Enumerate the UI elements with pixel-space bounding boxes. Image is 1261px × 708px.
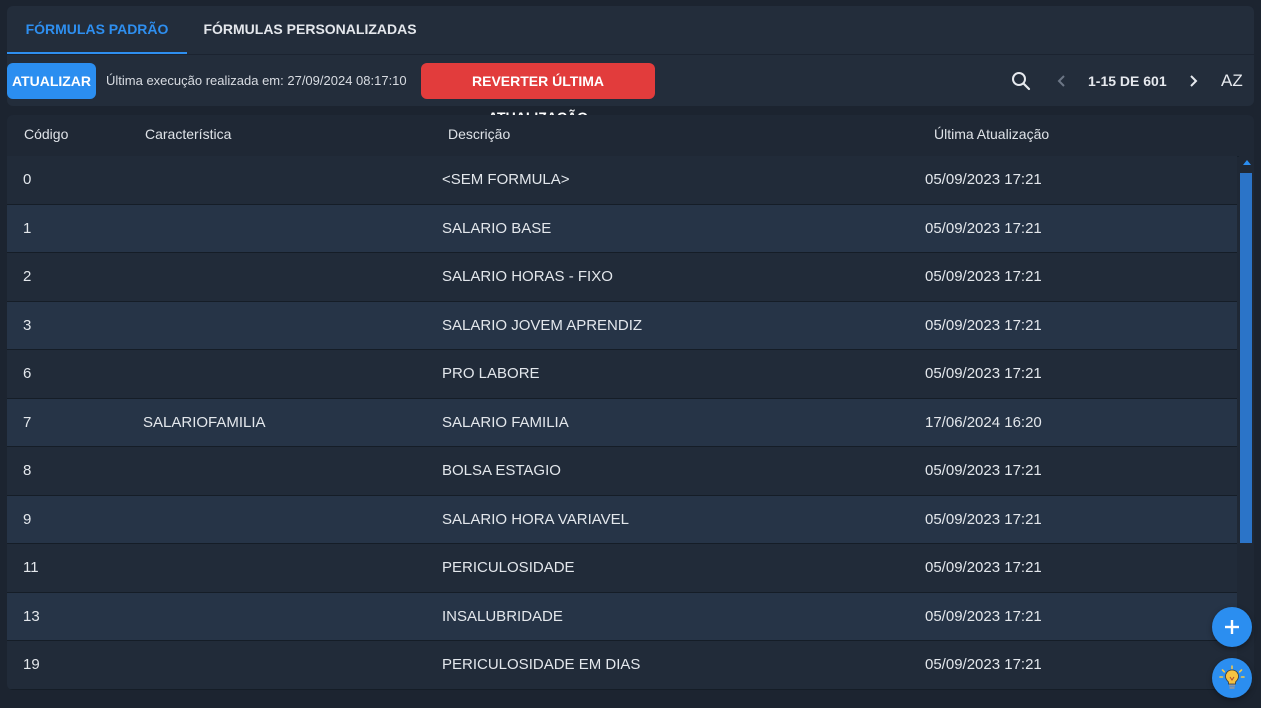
cell-descricao: BOLSA ESTAGIO xyxy=(442,462,561,479)
cell-codigo: 3 xyxy=(23,316,32,334)
cell-ultima-atualizacao: 05/09/2023 17:21 xyxy=(925,365,1042,382)
cell-descricao: SALARIO HORA VARIAVEL xyxy=(442,510,630,528)
cell-ultima-atualizacao: 05/09/2023 17:21 xyxy=(925,607,1042,625)
cell-codigo: 2 xyxy=(23,268,32,285)
cell-ultima-atualizacao: 05/09/2023 17:21 xyxy=(925,656,1042,673)
search-icon[interactable] xyxy=(1006,63,1036,99)
table-row[interactable]: 8 BOLSA ESTAGIO 05/09/2023 17:21 xyxy=(7,447,1237,496)
cell-ultima-atualizacao: 05/09/2023 17:21 xyxy=(925,219,1042,237)
cell-codigo: 8 xyxy=(23,462,32,479)
plus-icon xyxy=(1225,620,1239,634)
toolbar: ATUALIZAR Última execução realizada em: … xyxy=(7,63,1254,125)
cell-codigo: 7 xyxy=(23,413,32,431)
tab-formulas-padrao[interactable]: FÓRMULAS PADRÃO xyxy=(7,6,187,54)
cell-codigo: 0 xyxy=(23,171,32,188)
column-header-descricao[interactable]: Descrição xyxy=(448,115,510,154)
cell-caracteristica: SALARIOFAMILIA xyxy=(143,413,266,431)
cell-descricao: SALARIO BASE xyxy=(442,219,552,237)
cell-descricao: PERICULOSIDADE xyxy=(442,559,575,576)
table-header: Código Característica Descrição Última A… xyxy=(7,115,1254,157)
cell-ultima-atualizacao: 17/06/2024 16:20 xyxy=(925,413,1042,431)
cell-ultima-atualizacao: 05/09/2023 17:21 xyxy=(925,316,1042,334)
lightbulb-icon xyxy=(1219,665,1245,689)
cell-ultima-atualizacao: 05/09/2023 17:21 xyxy=(925,510,1042,528)
scroll-up-icon[interactable] xyxy=(1243,160,1251,165)
formulas-table: Código Característica Descrição Última A… xyxy=(7,115,1254,690)
table-row[interactable]: 11 PERICULOSIDADE 05/09/2023 17:21 xyxy=(7,544,1237,593)
cell-descricao: PRO LABORE xyxy=(442,365,540,382)
table-row[interactable]: 19 PERICULOSIDADE EM DIAS 05/09/2023 17:… xyxy=(7,641,1237,690)
cell-descricao: <SEM FORMULA> xyxy=(442,171,570,188)
cell-descricao: SALARIO FAMILIA xyxy=(442,413,569,431)
table-body: 0 <SEM FORMULA> 05/09/2023 17:21 1 SALAR… xyxy=(7,156,1237,690)
table-row[interactable]: 2 SALARIO HORAS - FIXO 05/09/2023 17:21 xyxy=(7,253,1237,302)
cell-codigo: 13 xyxy=(23,607,40,625)
tab-formulas-personalizadas[interactable]: FÓRMULAS PERSONALIZADAS xyxy=(197,6,423,54)
chevron-left-icon[interactable] xyxy=(1047,63,1077,99)
cell-descricao: INSALUBRIDADE xyxy=(442,607,563,625)
cell-codigo: 11 xyxy=(23,559,39,576)
revert-last-update-button[interactable]: REVERTER ÚLTIMA ATUALIZAÇÃO xyxy=(421,63,655,125)
table-row[interactable]: 13 INSALUBRIDADE 05/09/2023 17:21 xyxy=(7,592,1237,641)
pagination-text: 1-15 DE 601 xyxy=(1088,73,1167,89)
chevron-right-icon[interactable] xyxy=(1178,63,1208,99)
cell-ultima-atualizacao: 05/09/2023 17:21 xyxy=(925,171,1042,188)
cell-descricao: PERICULOSIDADE EM DIAS xyxy=(442,656,641,673)
cell-codigo: 19 xyxy=(23,656,40,673)
scrollbar-thumb[interactable] xyxy=(1240,173,1252,543)
column-header-ultima-atualizacao[interactable]: Última Atualização xyxy=(934,115,1049,154)
cell-codigo: 9 xyxy=(23,510,32,528)
tips-button[interactable] xyxy=(1212,658,1252,698)
column-header-caracteristica[interactable]: Característica xyxy=(145,115,231,154)
table-row[interactable]: 9 SALARIO HORA VARIAVEL 05/09/2023 17:21 xyxy=(7,495,1237,544)
last-execution-text: Última execução realizada em: 27/09/2024… xyxy=(106,73,407,88)
tab-bar: FÓRMULAS PADRÃO FÓRMULAS PERSONALIZADAS xyxy=(7,6,1254,55)
cell-ultima-atualizacao: 05/09/2023 17:21 xyxy=(925,462,1042,479)
cell-codigo: 6 xyxy=(23,365,32,382)
cell-ultima-atualizacao: 05/09/2023 17:21 xyxy=(925,559,1042,576)
top-panel: FÓRMULAS PADRÃO FÓRMULAS PERSONALIZADAS … xyxy=(7,6,1254,125)
table-row[interactable]: 6 PRO LABORE 05/09/2023 17:21 xyxy=(7,350,1237,399)
cell-codigo: 1 xyxy=(23,219,32,237)
add-formula-button[interactable] xyxy=(1212,607,1252,647)
table-row[interactable]: 0 <SEM FORMULA> 05/09/2023 17:21 xyxy=(7,156,1237,205)
sort-az-icon[interactable]: AZ xyxy=(1221,63,1243,99)
table-row[interactable]: 3 SALARIO JOVEM APRENDIZ 05/09/2023 17:2… xyxy=(7,301,1237,350)
column-header-codigo[interactable]: Código xyxy=(24,115,68,154)
cell-ultima-atualizacao: 05/09/2023 17:21 xyxy=(925,268,1042,285)
cell-descricao: SALARIO JOVEM APRENDIZ xyxy=(442,316,643,334)
update-button[interactable]: ATUALIZAR xyxy=(7,63,96,99)
table-row[interactable]: 7 SALARIOFAMILIA SALARIO FAMILIA 17/06/2… xyxy=(7,398,1237,447)
table-row[interactable]: 1 SALARIO BASE 05/09/2023 17:21 xyxy=(7,204,1237,253)
cell-descricao: SALARIO HORAS - FIXO xyxy=(442,268,613,285)
